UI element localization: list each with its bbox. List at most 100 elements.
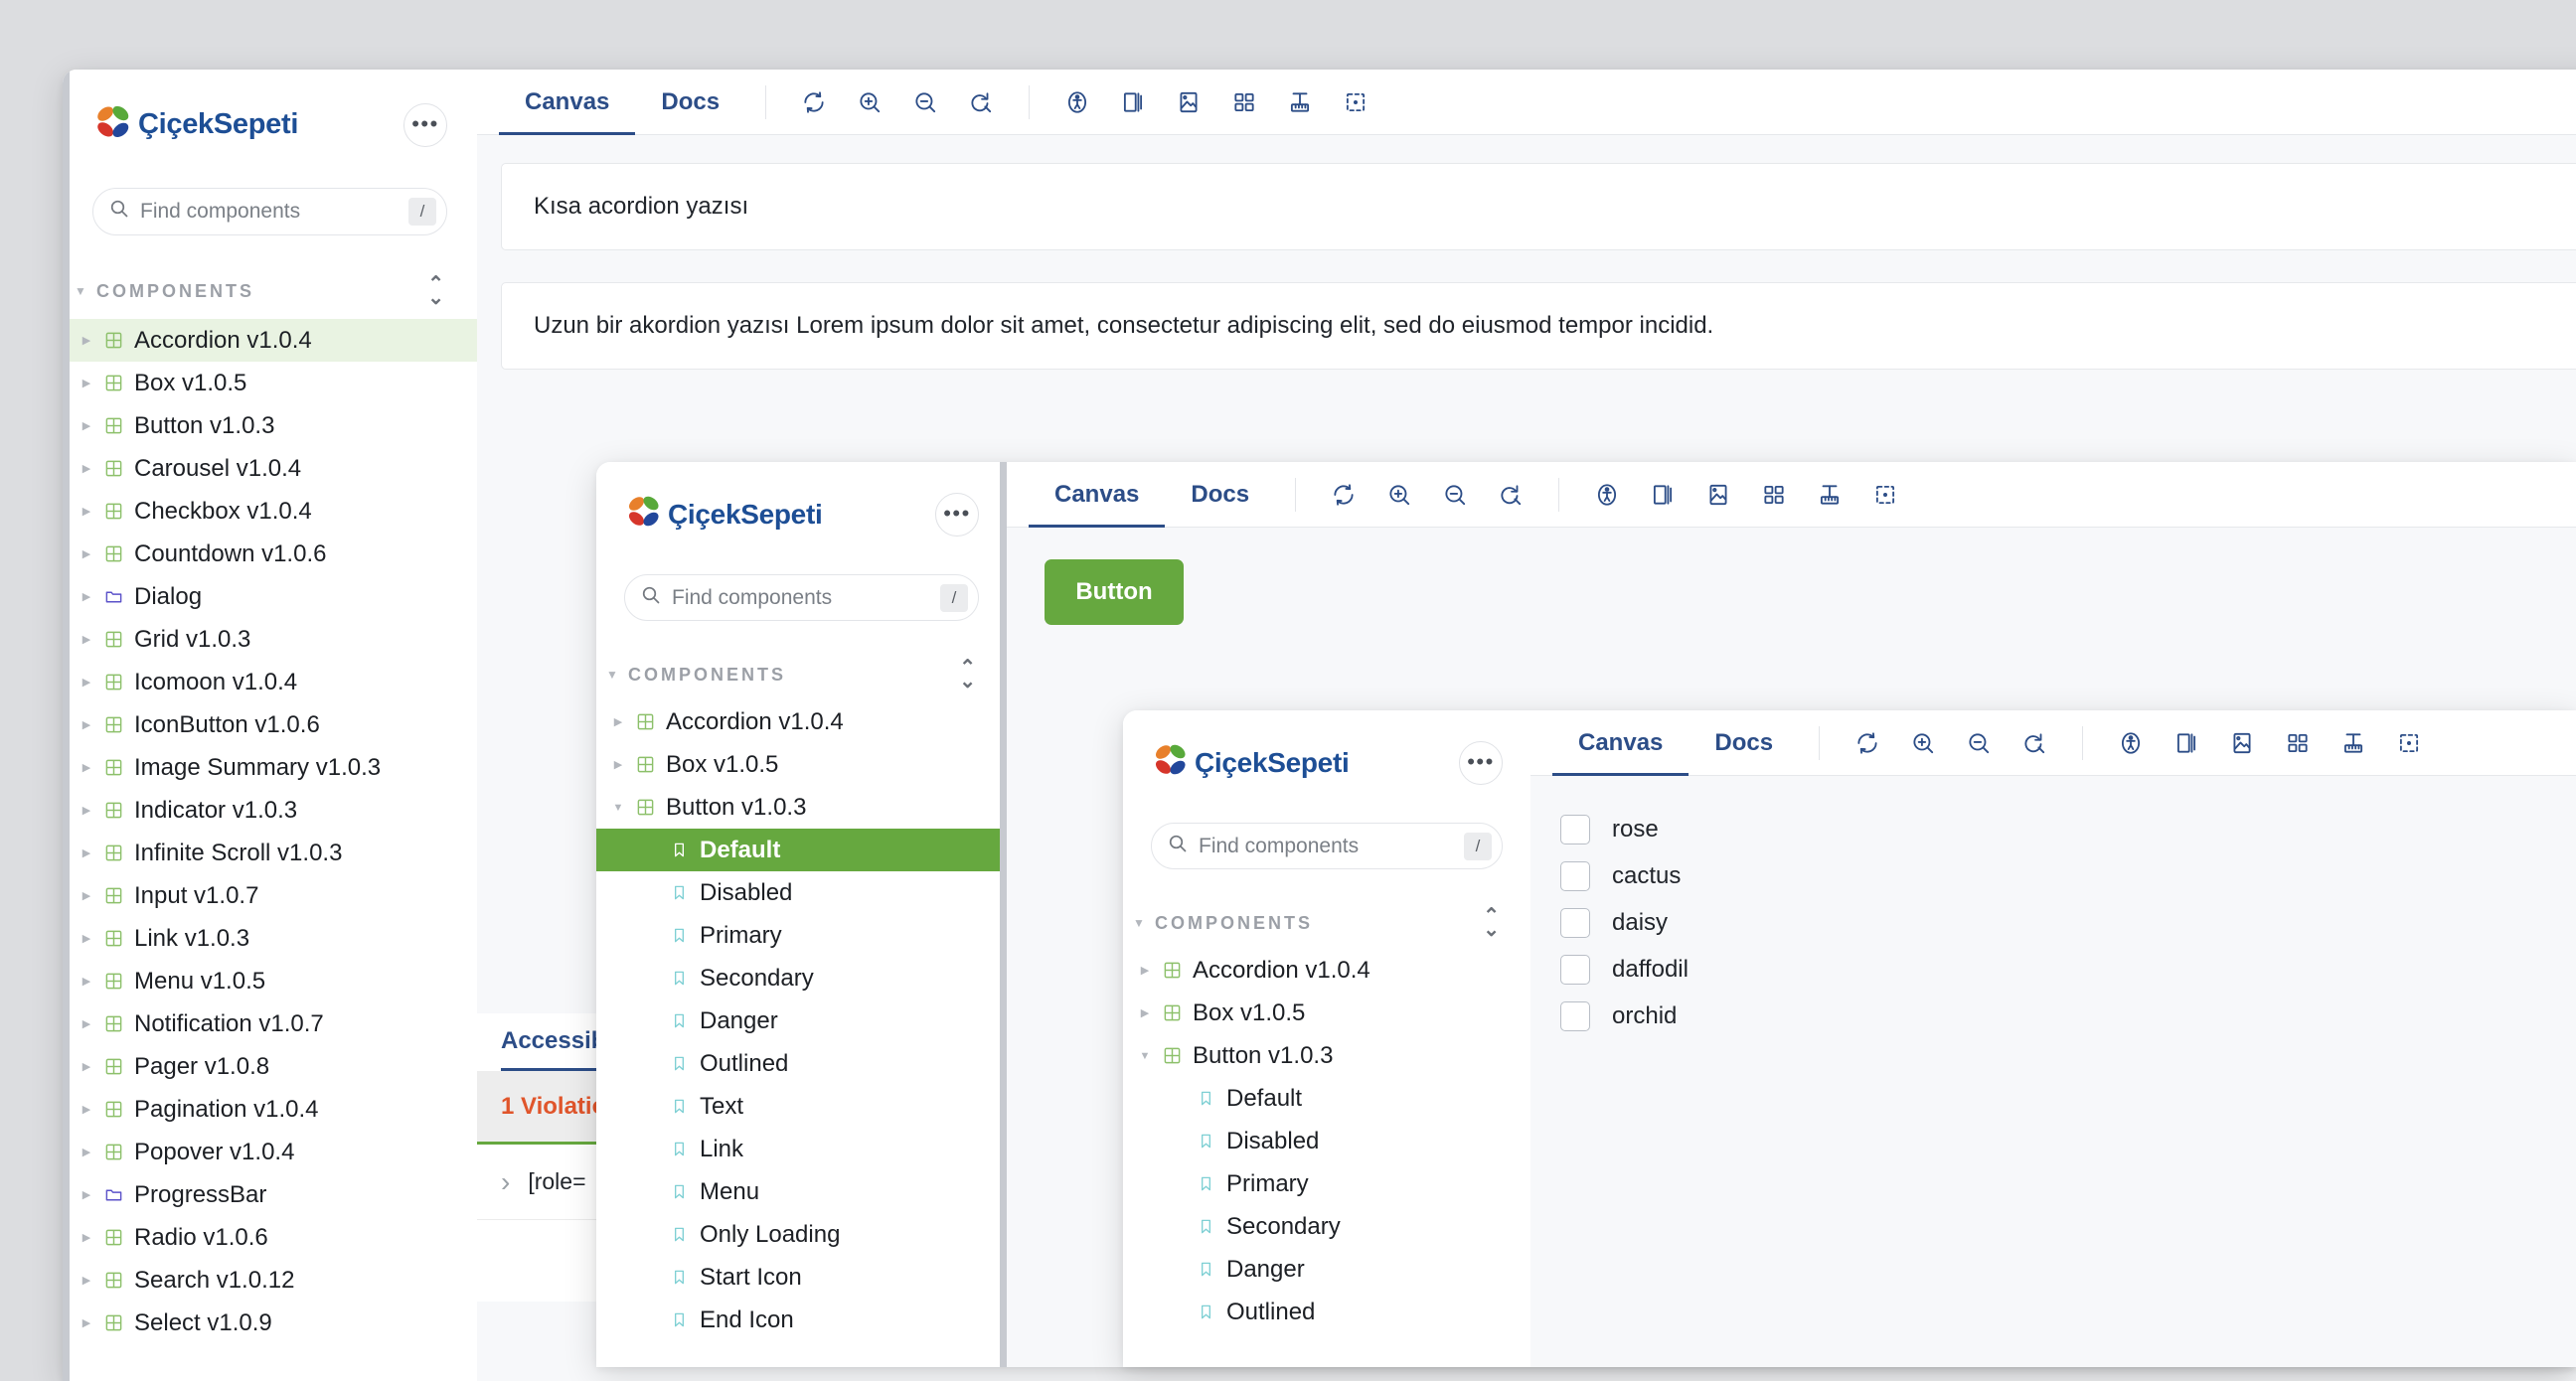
zoom-out-icon[interactable] <box>1951 715 2007 771</box>
zoom-reset-icon[interactable] <box>2007 715 2062 771</box>
sidebar-item-dialog[interactable]: ▶ Dialog <box>63 575 477 618</box>
chevron-right-icon[interactable]: ▶ <box>1133 964 1157 977</box>
sort-toggle-icon[interactable]: ⌃ ⌄ <box>1483 906 1503 940</box>
grid-icon[interactable] <box>1216 75 1272 130</box>
sidebar-item-button-v1-0-3[interactable]: ▼ Button v1.0.3 <box>1123 1034 1530 1077</box>
zoom-reset-icon[interactable] <box>1483 467 1538 523</box>
remount-icon[interactable] <box>1316 467 1371 523</box>
sidebar-menu-kebab-button[interactable]: ••• <box>935 492 979 537</box>
accordion-long-panel[interactable]: Uzun bir akordion yazısı Lorem ipsum dol… <box>501 282 2576 370</box>
chevron-down-icon[interactable]: ▼ <box>1133 1050 1157 1062</box>
components-section-header[interactable]: ▼ COMPONENTS ⌃ ⌄ <box>606 658 979 691</box>
sidebar-item-danger[interactable]: Danger <box>596 999 1007 1042</box>
sort-toggle-icon[interactable]: ⌃ ⌄ <box>427 274 447 308</box>
chevron-right-icon[interactable]: ▶ <box>75 547 98 560</box>
sidebar-item-accordion-v1-0-4[interactable]: ▶ Accordion v1.0.4 <box>596 700 1007 743</box>
zoom-in-icon[interactable] <box>842 75 897 130</box>
viewport-icon[interactable] <box>2159 715 2214 771</box>
background-image-icon[interactable] <box>1161 75 1216 130</box>
sidebar-item-end-icon[interactable]: End Icon <box>596 1299 1007 1341</box>
zoom-in-icon[interactable] <box>1371 467 1427 523</box>
tab-canvas[interactable]: Canvas <box>1552 710 1690 776</box>
chevron-right-icon[interactable]: ▶ <box>75 334 98 347</box>
chevron-right-icon[interactable]: ▶ <box>75 1017 98 1030</box>
sidebar-item-menu-v1-0-5[interactable]: ▶ Menu v1.0.5 <box>63 960 477 1002</box>
checkbox-input-orchid[interactable] <box>1560 1000 1590 1031</box>
sidebar-item-icomoon-v1-0-4[interactable]: ▶ Icomoon v1.0.4 <box>63 661 477 703</box>
viewport-icon[interactable] <box>1105 75 1161 130</box>
sidebar-item-grid-v1-0-3[interactable]: ▶ Grid v1.0.3 <box>63 618 477 661</box>
chevron-right-icon[interactable]: ▶ <box>75 804 98 817</box>
viewport-icon[interactable] <box>1635 467 1690 523</box>
brand-logo-group[interactable]: ÇiçekSepeti <box>92 101 298 148</box>
sidebar-item-primary[interactable]: Primary <box>1123 1162 1530 1205</box>
sidebar-item-accordion-v1-0-4[interactable]: ▶ Accordion v1.0.4 <box>63 319 477 362</box>
sidebar-item-accordion-v1-0-4[interactable]: ▶ Accordion v1.0.4 <box>1123 949 1530 992</box>
sidebar-item-disabled[interactable]: Disabled <box>1123 1120 1530 1162</box>
sidebar-item-secondary[interactable]: Secondary <box>1123 1205 1530 1248</box>
outline-selection-icon[interactable] <box>2381 715 2437 771</box>
chevron-right-icon[interactable]: ▶ <box>606 715 630 728</box>
checkbox-row-daffodil[interactable]: daffodil <box>1560 946 2576 993</box>
accordion-short-panel[interactable]: Kısa acordion yazısı <box>501 163 2576 250</box>
sidebar-item-text[interactable]: Text <box>596 1085 1007 1128</box>
accessibility-icon[interactable] <box>2103 715 2159 771</box>
sidebar-item-start-icon[interactable]: Start Icon <box>596 1256 1007 1299</box>
checkbox-row-orchid[interactable]: orchid <box>1560 993 2576 1039</box>
zoom-reset-icon[interactable] <box>953 75 1009 130</box>
chevron-right-icon[interactable]: ▶ <box>75 1060 98 1073</box>
brand-logo-group-3[interactable]: ÇiçekSepeti <box>1151 740 1350 785</box>
sidebar-item-outlined[interactable]: Outlined <box>596 1042 1007 1085</box>
sidebar-item-pagination-v1-0-4[interactable]: ▶ Pagination v1.0.4 <box>63 1088 477 1131</box>
sidebar-item-progressbar[interactable]: ▶ ProgressBar <box>63 1173 477 1216</box>
chevron-right-icon[interactable]: ▶ <box>75 718 98 731</box>
sidebar-item-box-v1-0-5[interactable]: ▶ Box v1.0.5 <box>596 743 1007 786</box>
sidebar-scrollbar[interactable] <box>1000 462 1007 1367</box>
search-input[interactable]: Find components / <box>624 574 979 621</box>
sidebar-item-menu[interactable]: Menu <box>596 1170 1007 1213</box>
chevron-right-icon[interactable]: ▶ <box>75 846 98 859</box>
components-section-header[interactable]: ▼ COMPONENTS ⌃ ⌄ <box>1133 906 1503 940</box>
sidebar-item-button-v1-0-3[interactable]: ▶ Button v1.0.3 <box>63 404 477 447</box>
tab-docs[interactable]: Docs <box>1165 462 1275 527</box>
sidebar-item-checkbox-v1-0-4[interactable]: ▶ Checkbox v1.0.4 <box>63 490 477 533</box>
sidebar-item-radio-v1-0-6[interactable]: ▶ Radio v1.0.6 <box>63 1216 477 1259</box>
remount-icon[interactable] <box>786 75 842 130</box>
sidebar-item-search-v1-0-12[interactable]: ▶ Search v1.0.12 <box>63 1259 477 1302</box>
search-input[interactable]: Find components / <box>1151 823 1503 869</box>
sidebar-scrollbar[interactable] <box>63 70 70 1381</box>
sidebar-menu-kebab-button[interactable]: ••• <box>403 102 447 147</box>
accessibility-icon[interactable] <box>1049 75 1105 130</box>
chevron-right-icon[interactable]: ▶ <box>75 590 98 603</box>
brand-logo-group-2[interactable]: ÇiçekSepeti <box>624 492 823 537</box>
checkbox-row-daisy[interactable]: daisy <box>1560 899 2576 946</box>
chevron-right-icon[interactable]: ▶ <box>75 676 98 689</box>
sidebar-item-only-loading[interactable]: Only Loading <box>596 1213 1007 1256</box>
sidebar-item-pager-v1-0-8[interactable]: ▶ Pager v1.0.8 <box>63 1045 477 1088</box>
measure-ruler-icon[interactable] <box>2326 715 2381 771</box>
chevron-right-icon[interactable]: ▶ <box>75 1188 98 1201</box>
search-input[interactable]: Find components / <box>92 188 447 235</box>
zoom-in-icon[interactable] <box>1895 715 1951 771</box>
chevron-right-icon[interactable]: ▶ <box>75 377 98 389</box>
chevron-right-icon[interactable]: ▶ <box>75 633 98 646</box>
zoom-out-icon[interactable] <box>1427 467 1483 523</box>
sidebar-item-box-v1-0-5[interactable]: ▶ Box v1.0.5 <box>1123 992 1530 1034</box>
sidebar-item-popover-v1-0-4[interactable]: ▶ Popover v1.0.4 <box>63 1131 477 1173</box>
outline-selection-icon[interactable] <box>1857 467 1913 523</box>
sort-toggle-icon[interactable]: ⌃ ⌄ <box>959 658 979 691</box>
chevron-right-icon[interactable]: ▶ <box>75 761 98 774</box>
sidebar-item-default[interactable]: Default <box>1123 1077 1530 1120</box>
sidebar-item-default[interactable]: Default <box>596 829 1007 871</box>
chevron-right-icon[interactable]: ▶ <box>75 1316 98 1329</box>
background-image-icon[interactable] <box>2214 715 2270 771</box>
sidebar-item-danger[interactable]: Danger <box>1123 1248 1530 1291</box>
chevron-right-icon[interactable]: ▶ <box>75 1231 98 1244</box>
sidebar-item-select-v1-0-9[interactable]: ▶ Select v1.0.9 <box>63 1302 477 1344</box>
sidebar-item-link[interactable]: Link <box>596 1128 1007 1170</box>
remount-icon[interactable] <box>1840 715 1895 771</box>
measure-ruler-icon[interactable] <box>1802 467 1857 523</box>
chevron-right-icon[interactable]: ▶ <box>1133 1006 1157 1019</box>
tab-docs[interactable]: Docs <box>635 70 745 134</box>
checkbox-input-cactus[interactable] <box>1560 860 1590 891</box>
